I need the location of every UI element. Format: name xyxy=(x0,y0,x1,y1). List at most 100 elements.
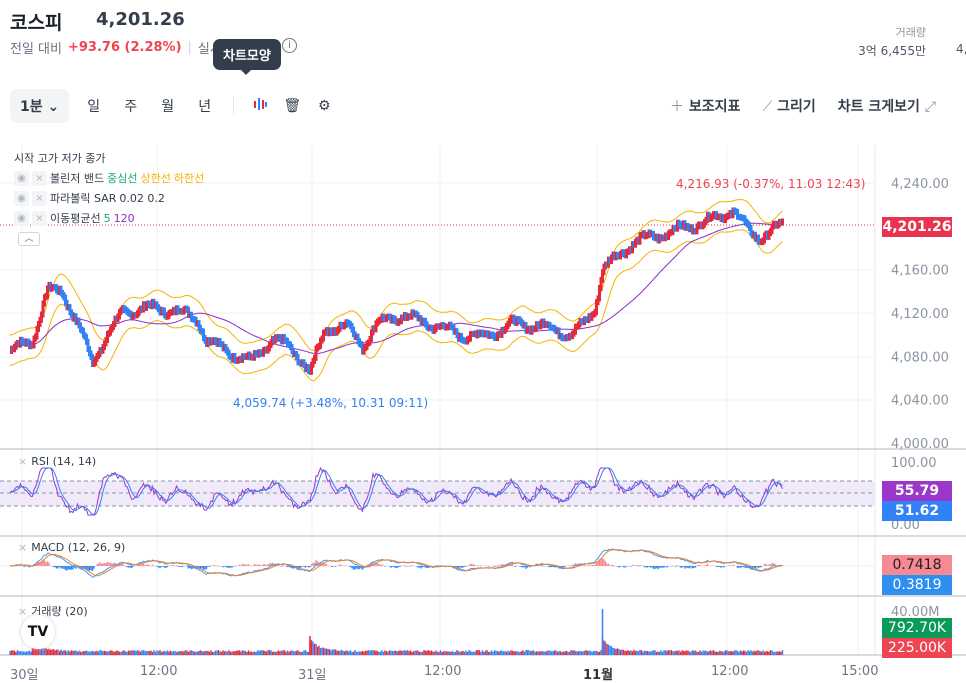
tradingview-logo[interactable]: TV xyxy=(21,615,55,649)
eye-icon[interactable]: ◉ xyxy=(14,171,29,186)
close-icon[interactable]: × xyxy=(18,605,27,618)
volume-bar xyxy=(510,650,511,655)
volume-bar xyxy=(375,651,376,655)
close-icon[interactable]: × xyxy=(18,455,27,468)
macd-histogram-bar xyxy=(330,566,331,567)
volume-bar xyxy=(576,651,577,655)
close-icon[interactable]: × xyxy=(18,541,27,554)
volume-bar xyxy=(768,652,769,655)
close-icon[interactable]: × xyxy=(32,171,47,186)
volume-bar xyxy=(369,651,370,655)
volume-bar xyxy=(203,652,204,655)
macd-histogram-bar xyxy=(743,566,744,567)
volume-bar xyxy=(311,640,312,655)
volume-bar xyxy=(222,650,223,655)
volume-bar xyxy=(200,650,201,655)
volume-bar xyxy=(357,652,358,655)
close-icon[interactable]: × xyxy=(32,211,47,226)
macd-histogram-bar xyxy=(410,566,411,567)
volume-bar xyxy=(284,650,285,655)
volume-bar xyxy=(9,651,10,655)
volume-bar xyxy=(662,652,663,655)
volume-bar xyxy=(585,650,586,655)
macd-histogram-bar xyxy=(608,564,609,566)
volume-bar xyxy=(228,650,229,655)
volume-bar xyxy=(641,650,642,655)
volume-bar xyxy=(153,650,154,655)
volume-bar xyxy=(539,651,540,655)
eye-icon[interactable]: ◉ xyxy=(14,211,29,226)
macd-histogram-bar xyxy=(48,563,49,566)
macd-histogram-bar xyxy=(603,559,604,566)
macd-histogram-bar xyxy=(254,564,255,566)
volume-bar xyxy=(339,651,340,655)
volume-bar xyxy=(680,652,681,655)
volume-bar xyxy=(755,651,756,655)
macd-histogram-bar xyxy=(303,566,304,567)
volume-bar xyxy=(404,650,405,655)
y-tick: 4,000.00 xyxy=(891,437,949,452)
ma-legend: ◉×이동평균선5120 xyxy=(14,208,204,228)
volume-bar xyxy=(644,651,645,655)
volume-bar xyxy=(128,651,129,655)
macd-histogram-bar xyxy=(654,566,655,569)
volume-bar xyxy=(735,650,736,655)
volume-bar xyxy=(528,650,529,655)
macd-histogram-bar xyxy=(204,566,205,569)
volume-bar xyxy=(69,652,70,655)
macd-histogram-bar xyxy=(173,565,174,566)
volume-bar xyxy=(453,652,454,655)
volume-bar xyxy=(164,651,165,655)
collapse-legend-button[interactable]: ︿ xyxy=(18,232,40,246)
eye-icon[interactable]: ◉ xyxy=(14,191,29,206)
macd-histogram-bar xyxy=(740,566,741,568)
macd-histogram-bar xyxy=(263,564,264,566)
volume-bar xyxy=(770,650,771,655)
close-icon[interactable]: × xyxy=(32,191,47,206)
macd-histogram-bar xyxy=(332,566,333,567)
macd-histogram-bar xyxy=(111,563,112,566)
volume-bar xyxy=(314,644,315,655)
macd-histogram-bar xyxy=(281,566,282,567)
volume-bar xyxy=(110,650,111,655)
macd-histogram-bar xyxy=(699,565,700,566)
macd-histogram-bar xyxy=(350,566,351,567)
volume-bar xyxy=(534,652,535,655)
price-chart[interactable]: 4,240.004,160.004,120.004,080.004,040.00… xyxy=(0,0,966,681)
volume-bar xyxy=(428,650,429,655)
macd-histogram-bar xyxy=(623,566,624,567)
volume-bar xyxy=(716,652,717,655)
macd-histogram-bar xyxy=(71,566,72,570)
volume-bar xyxy=(269,650,270,655)
volume-bar xyxy=(566,651,567,655)
macd-histogram-bar xyxy=(128,566,129,568)
volume-bar xyxy=(155,652,156,655)
volume-bar xyxy=(159,650,160,655)
macd-histogram-bar xyxy=(248,564,249,566)
volume-bar xyxy=(470,651,471,655)
macd-histogram-bar xyxy=(222,566,223,567)
volume-bar xyxy=(779,651,780,655)
macd-histogram-bar xyxy=(251,565,252,566)
x-tick: 12:00 xyxy=(424,664,461,679)
volume-bar xyxy=(536,651,537,655)
volume-bar xyxy=(707,652,708,655)
volume-bar xyxy=(356,652,357,655)
macd-histogram-bar xyxy=(377,563,378,566)
macd-histogram-bar xyxy=(264,564,265,566)
volume-bar xyxy=(66,652,67,655)
volume-bar xyxy=(483,652,484,655)
volume-bar xyxy=(108,651,109,655)
macd-histogram-bar xyxy=(693,566,694,568)
volume-bar xyxy=(515,651,516,655)
macd-histogram-bar xyxy=(380,565,381,566)
volume-bar xyxy=(168,652,169,655)
macd-histogram-bar xyxy=(656,566,657,568)
macd-histogram-bar xyxy=(665,566,666,567)
macd-histogram-bar xyxy=(546,566,547,567)
ma120-label: 120 xyxy=(114,212,135,225)
macd-histogram-bar xyxy=(56,566,57,568)
volume-bar xyxy=(569,652,570,655)
volume-bar xyxy=(696,652,697,655)
macd-histogram-bar xyxy=(744,566,745,568)
